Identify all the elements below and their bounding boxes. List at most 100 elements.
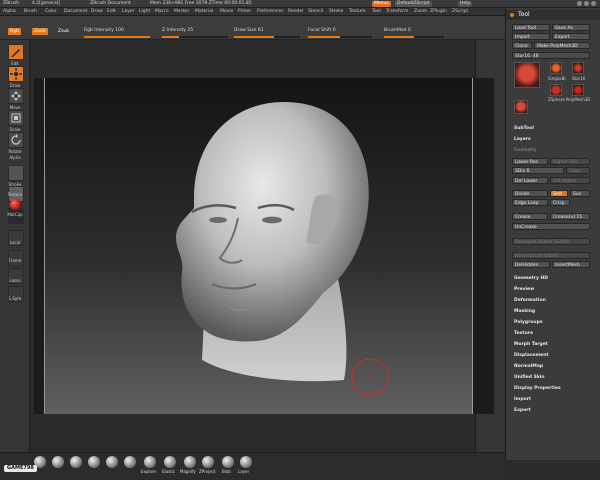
menu-stroke[interactable]: Stroke xyxy=(329,9,343,14)
edge-loop-button[interactable]: Edge Loop xyxy=(512,199,548,206)
brushmod-slider[interactable] xyxy=(384,36,444,38)
close-icon[interactable] xyxy=(591,1,596,6)
display-properties-section[interactable]: Display Properties xyxy=(514,386,561,391)
elastic-brush[interactable] xyxy=(164,456,176,468)
menu-picker[interactable]: Picker xyxy=(238,9,251,14)
import-button[interactable]: Import xyxy=(512,33,550,40)
zadd-toggle[interactable]: Zadd xyxy=(32,28,48,35)
menu-alpha[interactable]: Alpha xyxy=(3,9,16,14)
brush-sphere-4[interactable] xyxy=(88,456,100,468)
cage-button[interactable]: Cage xyxy=(566,167,590,174)
menu-preferences[interactable]: Preferences xyxy=(257,9,283,14)
brush-sphere-2[interactable] xyxy=(52,456,64,468)
help-button[interactable]: Help xyxy=(458,1,473,7)
crisp-button[interactable]: Crisp xyxy=(550,199,570,206)
load-tool-button[interactable]: Load Tool xyxy=(512,24,550,31)
simplebrush-thumbnail[interactable] xyxy=(550,62,562,74)
geometry-hd-section[interactable]: Geometry HD xyxy=(514,276,548,281)
current-tool-thumbnail[interactable] xyxy=(514,62,540,88)
lower-res-button[interactable]: Lower Res xyxy=(512,158,548,165)
menu-zscript[interactable]: ZScript xyxy=(452,9,468,14)
polygroups-section[interactable]: Polygroups xyxy=(514,320,543,325)
star-thumbnail[interactable] xyxy=(572,62,584,74)
menu-tool[interactable]: Tool xyxy=(372,9,381,14)
maximize-icon[interactable] xyxy=(584,1,589,6)
normalmap-section[interactable]: NormalMap xyxy=(514,364,543,369)
uncrease-button[interactable]: UnCrease xyxy=(512,223,590,230)
menu-movie[interactable]: Movie xyxy=(220,9,233,14)
magnify-brush[interactable] xyxy=(184,456,196,468)
menu-zoom[interactable]: Zoom xyxy=(414,9,427,14)
default-zscript-button[interactable]: DefaultZScript xyxy=(395,1,432,7)
layer-brush[interactable] xyxy=(240,456,252,468)
crease-level-slider[interactable]: CreaseLvl 15 xyxy=(550,213,590,220)
sdiv-slider[interactable]: SDiv 6 xyxy=(512,167,564,174)
menu-light[interactable]: Light xyxy=(139,9,150,14)
zsphere-thumbnail[interactable] xyxy=(550,84,562,96)
current-tool-slider[interactable]: Star16. 48 xyxy=(512,52,590,59)
smt-toggle[interactable]: Smt xyxy=(550,190,568,197)
crease-button[interactable]: Crease xyxy=(512,213,548,220)
export-button[interactable]: Export xyxy=(552,33,590,40)
menu-brush[interactable]: Brush xyxy=(24,9,37,14)
menu-render[interactable]: Render xyxy=(288,9,304,14)
focal-shift-slider[interactable] xyxy=(308,36,372,38)
explore-brush[interactable] xyxy=(144,456,156,468)
recent-tool-thumbnail[interactable] xyxy=(514,100,528,114)
alpha-slot[interactable] xyxy=(8,165,24,181)
polymesh-thumbnail[interactable] xyxy=(572,84,584,96)
clone-button[interactable]: Clone xyxy=(512,42,532,49)
texture-section[interactable]: Texture xyxy=(514,331,533,336)
reconstruct-subdiv-button[interactable]: Reconstruct Subdiv xyxy=(512,252,590,259)
menu-stencil[interactable]: Stencil xyxy=(308,9,323,14)
menu-marker[interactable]: Marker xyxy=(174,9,190,14)
save-as-button[interactable]: Save As xyxy=(552,24,590,31)
rgb-intensity-slider[interactable] xyxy=(84,36,150,38)
preview-section[interactable]: Preview xyxy=(514,287,534,292)
scale-button[interactable] xyxy=(8,110,24,126)
tool-palette-header[interactable]: Tool xyxy=(506,10,600,20)
insertmesh-button[interactable]: InsertMesh xyxy=(552,261,590,268)
menus-toggle[interactable]: Menus xyxy=(372,1,391,7)
menu-zplugin[interactable]: ZPlugin xyxy=(430,9,447,14)
menu-texture[interactable]: Texture xyxy=(349,9,365,14)
import-section[interactable]: Import xyxy=(514,397,531,402)
rgb-toggle[interactable]: Rgb xyxy=(8,28,21,35)
blob-brush[interactable] xyxy=(222,456,234,468)
displacement-section[interactable]: Displacement xyxy=(514,353,549,358)
z-intensity-slider[interactable] xyxy=(162,36,228,38)
suv-toggle[interactable]: Suv xyxy=(570,190,590,197)
menu-layer[interactable]: Layer xyxy=(122,9,135,14)
del-lower-button[interactable]: Del Lower xyxy=(512,177,548,184)
menu-material[interactable]: Material xyxy=(195,9,213,14)
zproject-brush[interactable] xyxy=(202,456,214,468)
higher-res-button[interactable]: Higher Res xyxy=(550,158,590,165)
make-polymesh-button[interactable]: Make PolyMesh3D xyxy=(534,42,590,49)
viewport-canvas[interactable] xyxy=(44,78,472,414)
rotate-button[interactable] xyxy=(8,132,24,148)
brush-sphere-3[interactable] xyxy=(70,456,82,468)
draw-button[interactable] xyxy=(8,66,24,82)
matcap-sphere[interactable] xyxy=(10,199,21,210)
geometry-section[interactable]: Geometry xyxy=(514,148,536,153)
zsub-toggle[interactable]: Zsub xyxy=(56,28,71,35)
unified-skin-section[interactable]: Unified Skin xyxy=(514,375,545,380)
morph-target-section[interactable]: Morph Target xyxy=(514,342,548,347)
menu-color[interactable]: Color xyxy=(45,9,57,14)
reproject-button[interactable]: Reproject Higher Subdiv xyxy=(512,238,590,245)
masking-section[interactable]: Masking xyxy=(514,309,535,314)
menu-edit[interactable]: Edit xyxy=(107,9,116,14)
subtool-section[interactable]: SubTool xyxy=(514,126,534,131)
menu-macro[interactable]: Macro xyxy=(155,9,169,14)
divide-button[interactable]: Divide xyxy=(512,190,548,197)
del-higher-button[interactable]: Del Higher xyxy=(550,177,590,184)
draw-size-slider[interactable] xyxy=(234,36,300,38)
layers-section[interactable]: Layers xyxy=(514,137,531,142)
move-button[interactable] xyxy=(8,88,24,104)
export-section[interactable]: Export xyxy=(514,408,531,413)
menu-transform[interactable]: Transform xyxy=(386,9,408,14)
minimize-icon[interactable] xyxy=(577,1,582,6)
menu-draw[interactable]: Draw xyxy=(91,9,103,14)
edit-button[interactable] xyxy=(8,44,24,60)
delhidden-button[interactable]: DelHidden xyxy=(512,261,550,268)
